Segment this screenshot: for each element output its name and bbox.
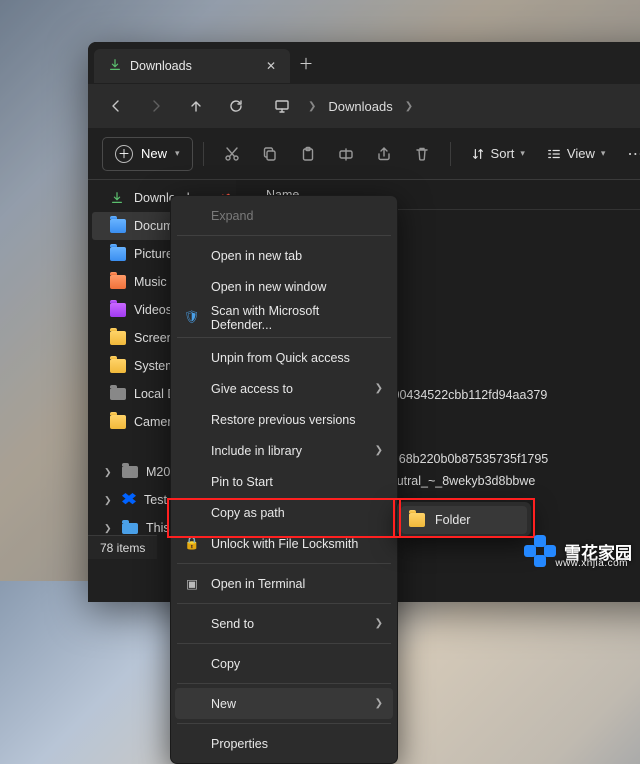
up-button[interactable] [178, 90, 214, 122]
ctx-open-terminal[interactable]: ▣Open in Terminal [175, 568, 393, 599]
status-bar: 78 items [88, 535, 157, 559]
download-icon [110, 191, 126, 205]
ctx-properties[interactable]: Properties [175, 728, 393, 759]
more-button[interactable]: ⋯ [617, 144, 640, 164]
tab-downloads[interactable]: Downloads ✕ [94, 49, 290, 83]
watermark: 雪花家园 www.xhjia.com [524, 535, 632, 567]
disk-icon [122, 466, 138, 478]
monitor-icon[interactable] [264, 90, 300, 122]
new-tab-button[interactable]: ＋ [290, 53, 322, 74]
submenu-folder[interactable]: Folder [401, 506, 527, 534]
refresh-button[interactable] [218, 90, 254, 122]
view-button[interactable]: View ▾ [537, 137, 615, 171]
chevron-right-icon: ❯ [375, 698, 383, 709]
delete-icon[interactable] [404, 137, 440, 171]
folder-icon [110, 303, 126, 317]
chevron-right-icon: ❯ [308, 101, 316, 112]
ctx-scan-defender[interactable]: 🛡Scan with Microsoft Defender... [175, 302, 393, 333]
ctx-send-to[interactable]: Send to❯ [175, 608, 393, 639]
sort-icon [471, 147, 485, 161]
close-tab-icon[interactable]: ✕ [262, 59, 280, 73]
ctx-pin-start[interactable]: Pin to Start [175, 466, 393, 497]
ctx-open-new-window[interactable]: Open in new window [175, 271, 393, 302]
ctx-expand: Expand [175, 200, 393, 231]
folder-icon [110, 275, 126, 289]
terminal-icon: ▣ [183, 576, 201, 591]
folder-icon [110, 219, 126, 233]
chevron-down-icon: ▾ [520, 148, 525, 159]
rename-icon[interactable] [328, 137, 364, 171]
ctx-new[interactable]: New❯ [175, 688, 393, 719]
cut-icon[interactable] [214, 137, 250, 171]
ctx-include-library[interactable]: Include in library❯ [175, 435, 393, 466]
view-icon [547, 147, 561, 161]
back-button[interactable] [98, 90, 134, 122]
folder-icon [409, 513, 425, 527]
ctx-unpin[interactable]: Unpin from Quick access [175, 342, 393, 373]
chevron-right-icon: ❯ [104, 467, 114, 478]
chevron-down-icon: ▾ [175, 148, 180, 159]
chevron-right-icon: ❯ [405, 101, 413, 112]
context-menu: Expand Open in new tab Open in new windo… [170, 195, 398, 764]
folder-icon [110, 331, 126, 345]
chevron-right-icon: ❯ [104, 495, 114, 506]
submenu-new: Folder [396, 501, 532, 537]
ctx-open-new-tab[interactable]: Open in new tab [175, 240, 393, 271]
chevron-right-icon: ❯ [375, 445, 383, 456]
download-icon [108, 58, 122, 75]
chevron-right-icon: ❯ [375, 618, 383, 629]
breadcrumb-item[interactable]: Downloads [328, 99, 392, 114]
command-bar: ＋ New ▾ Sort ▾ View ▾ ⋯ [88, 128, 640, 180]
ctx-copy-path[interactable]: Copy as path [175, 497, 393, 528]
folder-icon [110, 247, 126, 261]
breadcrumb[interactable]: ❯ Downloads ❯ [308, 99, 413, 114]
title-bar: Downloads ✕ ＋ [88, 42, 640, 84]
chevron-down-icon: ▾ [601, 148, 606, 159]
ctx-restore[interactable]: Restore previous versions [175, 404, 393, 435]
new-button[interactable]: ＋ New ▾ [102, 137, 193, 171]
shield-icon: 🛡 [183, 310, 201, 325]
sort-button[interactable]: Sort ▾ [461, 137, 535, 171]
chevron-right-icon: ❯ [104, 523, 114, 534]
dropbox-icon [122, 493, 136, 507]
address-bar: ❯ Downloads ❯ [88, 84, 640, 128]
forward-button [138, 90, 174, 122]
ctx-copy[interactable]: Copy [175, 648, 393, 679]
chevron-right-icon: ❯ [375, 383, 383, 394]
paste-icon[interactable] [290, 137, 326, 171]
ctx-unlock[interactable]: 🔒Unlock with File Locksmith [175, 528, 393, 559]
share-icon[interactable] [366, 137, 402, 171]
ctx-give-access[interactable]: Give access to❯ [175, 373, 393, 404]
folder-icon [110, 359, 126, 373]
plus-circle-icon: ＋ [115, 145, 133, 163]
folder-icon [110, 415, 126, 429]
lock-icon: 🔒 [183, 536, 201, 551]
pc-icon [122, 523, 138, 534]
copy-icon[interactable] [252, 137, 288, 171]
tab-title: Downloads [130, 59, 254, 73]
disk-icon [110, 388, 126, 400]
watermark-logo [524, 535, 556, 567]
